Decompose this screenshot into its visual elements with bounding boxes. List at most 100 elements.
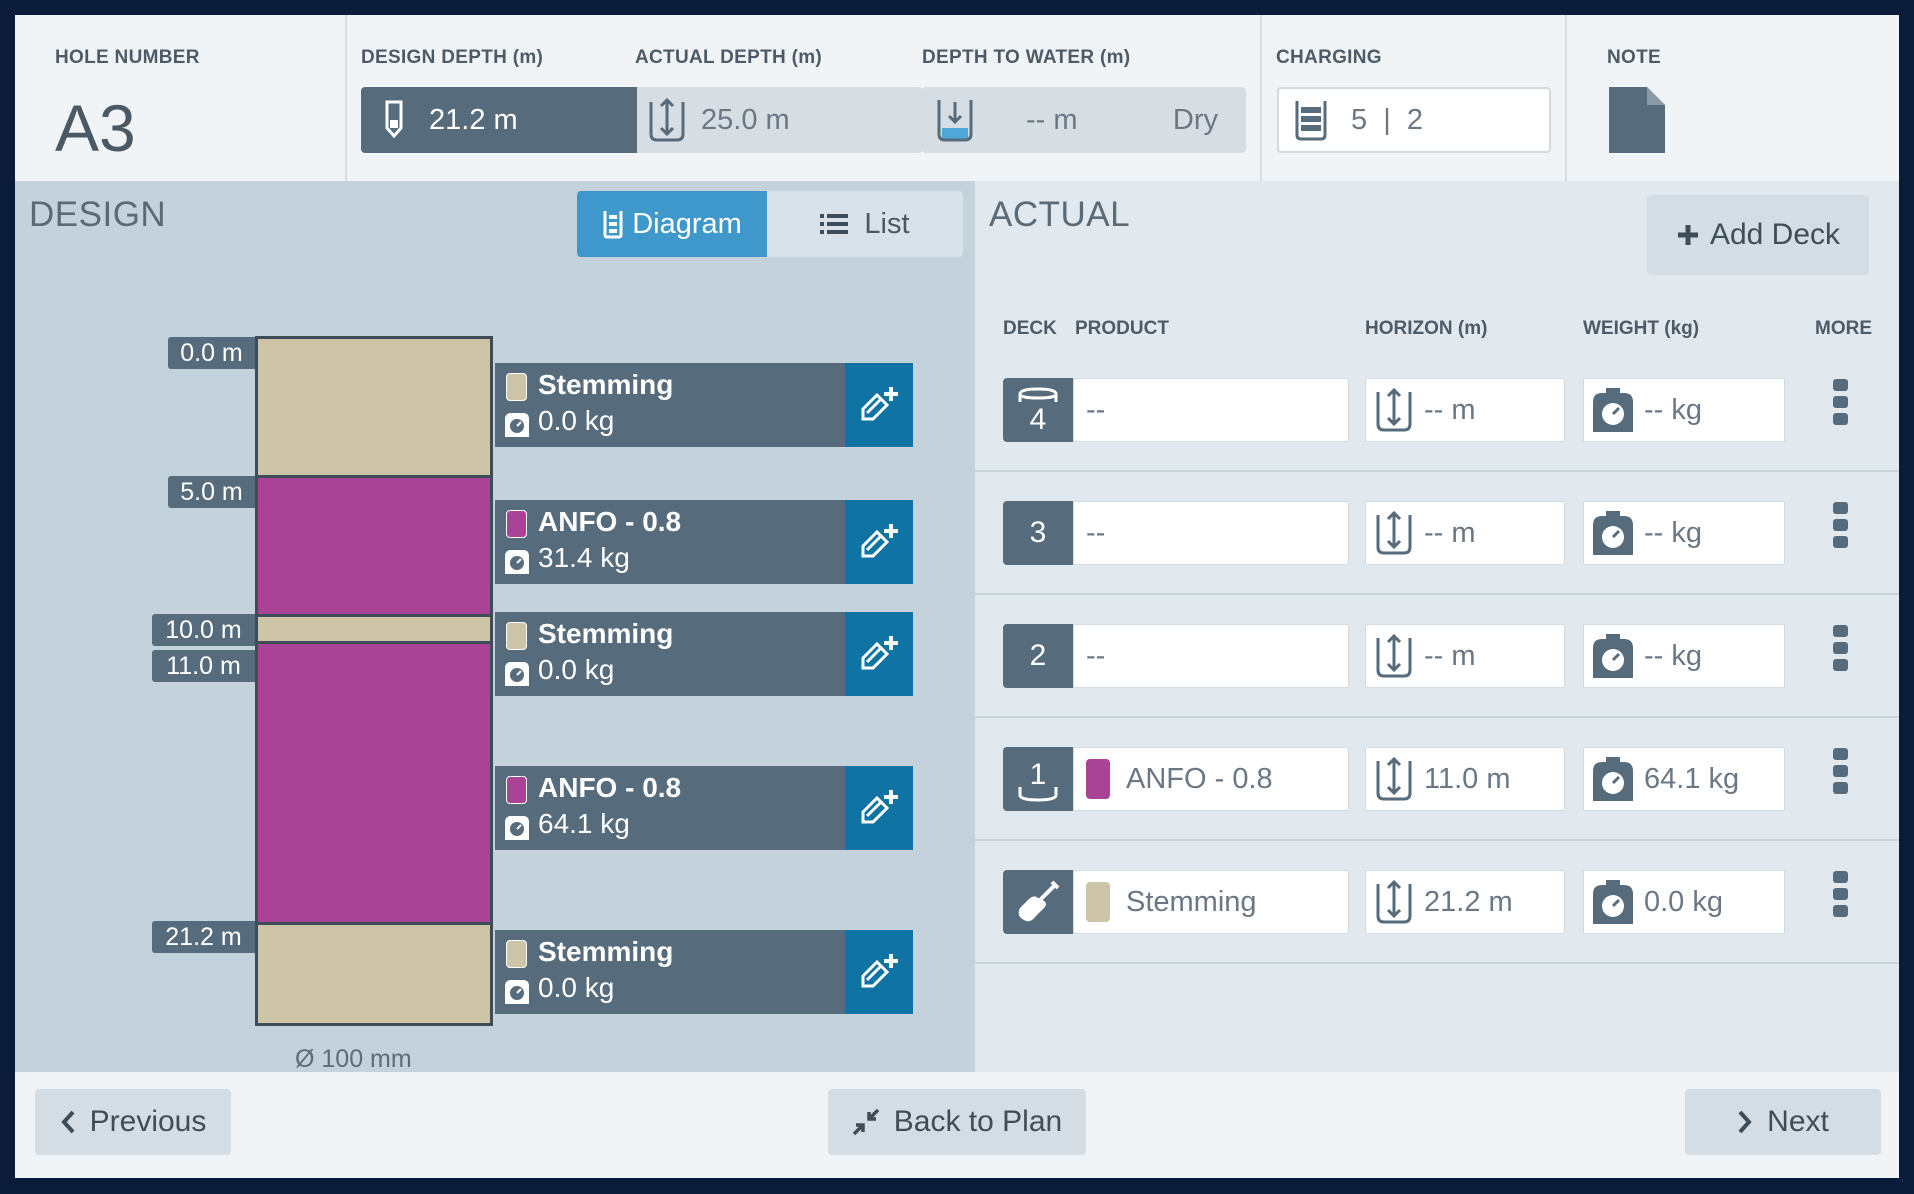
product-field[interactable]: Stemming — [1073, 870, 1349, 934]
deck-weight: 64.1 kg — [538, 808, 630, 839]
edit-plus-icon — [861, 636, 898, 670]
scale-icon — [505, 816, 529, 840]
horizon-field[interactable]: 21.2 m — [1365, 870, 1565, 934]
column-segment-stemming — [255, 614, 493, 644]
deck-product-name: ANFO - 0.8 — [538, 506, 682, 537]
next-button[interactable]: Next — [1685, 1089, 1881, 1155]
deck-number-box[interactable]: 2 — [1003, 624, 1073, 688]
edit-plus-icon — [861, 524, 898, 558]
design-deck-card[interactable]: Stemming 0.0 kg — [495, 612, 845, 696]
deck-number-box[interactable] — [1003, 870, 1073, 934]
scale-icon — [505, 980, 529, 1004]
horizon-value: -- m — [1424, 639, 1476, 672]
weight-field[interactable]: -- kg — [1583, 378, 1785, 442]
deck-weight: 0.0 kg — [538, 654, 615, 685]
note-icon[interactable] — [1607, 87, 1665, 153]
weight-value: -- kg — [1644, 393, 1702, 426]
scale-icon — [1593, 880, 1633, 924]
more-menu-icon[interactable] — [1833, 625, 1849, 676]
more-menu-icon[interactable] — [1833, 871, 1849, 922]
weight-field[interactable]: -- kg — [1583, 501, 1785, 565]
product-field[interactable]: -- — [1073, 378, 1349, 442]
product-field[interactable]: -- — [1073, 624, 1349, 688]
diagram-view-button[interactable]: Diagram — [577, 191, 767, 257]
deck-number: 1 — [1029, 758, 1047, 791]
edit-deck-button[interactable] — [845, 766, 913, 850]
previous-button[interactable]: Previous — [35, 1089, 231, 1155]
hole-number-label: HOLE NUMBER — [55, 47, 200, 68]
column-segment-stemming — [255, 922, 493, 1026]
depth-to-water-input[interactable]: -- m Dry — [922, 87, 1246, 153]
plus-icon — [1677, 225, 1698, 245]
weight-value: 64.1 kg — [1644, 762, 1740, 795]
deck-number-box[interactable]: 1 — [1003, 747, 1073, 811]
actual-depth-input[interactable]: 25.0 m — [637, 87, 923, 153]
deck-number-box[interactable]: 3 — [1003, 501, 1073, 565]
edit-deck-button[interactable] — [845, 612, 913, 696]
back-to-plan-button[interactable]: Back to Plan — [828, 1089, 1086, 1155]
diagram-icon — [603, 211, 623, 239]
list-view-button[interactable]: List — [767, 191, 963, 257]
scale-icon — [1593, 511, 1633, 555]
weight-value: -- kg — [1644, 516, 1702, 549]
row-divider — [975, 839, 1899, 841]
column-header-deck: DECK — [1003, 318, 1057, 339]
actual-depth-value: 25.0 m — [701, 103, 790, 136]
edit-deck-button[interactable] — [845, 500, 913, 584]
chevron-left-icon — [60, 1110, 75, 1134]
next-label: Next — [1767, 1105, 1829, 1138]
add-deck-button[interactable]: Add Deck — [1647, 195, 1869, 275]
horizon-field[interactable]: -- m — [1365, 378, 1565, 442]
add-deck-label: Add Deck — [1709, 218, 1841, 251]
deck-weight: 31.4 kg — [538, 542, 630, 573]
more-menu-icon[interactable] — [1833, 502, 1849, 553]
depth-to-water-label: DEPTH TO WATER (m) — [922, 47, 1131, 68]
header-divider — [1565, 15, 1567, 181]
design-deck-card[interactable]: Stemming 0.0 kg — [495, 363, 845, 447]
weight-field[interactable]: 64.1 kg — [1583, 747, 1785, 811]
horizon-field[interactable]: 11.0 m — [1365, 747, 1565, 811]
app-window: HOLE NUMBER A3 DESIGN DEPTH (m) ACTUAL D… — [15, 15, 1899, 1178]
depth-arrows-icon — [1376, 510, 1412, 555]
edit-deck-button[interactable] — [845, 930, 913, 1014]
more-menu-icon[interactable] — [1833, 379, 1849, 430]
deck-number: 4 — [1029, 403, 1047, 436]
edit-deck-button[interactable] — [845, 363, 913, 447]
weight-field[interactable]: 0.0 kg — [1583, 870, 1785, 934]
product-field[interactable]: ANFO - 0.8 — [1073, 747, 1349, 811]
deck-product-name: Stemming — [538, 936, 674, 967]
product-color-swatch — [1086, 882, 1110, 922]
edit-plus-icon — [861, 954, 898, 988]
more-menu-icon[interactable] — [1833, 748, 1849, 799]
depth-label: 5.0 m — [168, 476, 255, 508]
design-deck-card[interactable]: ANFO - 0.8 64.1 kg — [495, 766, 845, 850]
scale-icon — [505, 413, 529, 437]
horizon-field[interactable]: -- m — [1365, 501, 1565, 565]
actual-depth-label: ACTUAL DEPTH (m) — [635, 47, 823, 68]
depth-arrows-icon — [649, 97, 685, 142]
horizon-field[interactable]: -- m — [1365, 624, 1565, 688]
borehole-icon — [385, 100, 403, 139]
product-field[interactable]: -- — [1073, 501, 1349, 565]
row-divider — [975, 470, 1899, 472]
scale-icon — [505, 550, 529, 574]
hole-number: A3 — [55, 91, 136, 165]
deck-product-name: Stemming — [538, 369, 674, 400]
deck-number: 2 — [1029, 639, 1047, 672]
design-deck-card[interactable]: ANFO - 0.8 31.4 kg — [495, 500, 845, 584]
weight-field[interactable]: -- kg — [1583, 624, 1785, 688]
column-segment-anfo — [255, 641, 493, 925]
charging-field[interactable]: 5 | 2 — [1277, 87, 1551, 153]
design-depth-label: DESIGN DEPTH (m) — [361, 47, 544, 68]
shovel-icon — [1018, 880, 1060, 922]
deck-weight: 0.0 kg — [538, 405, 615, 436]
horizon-value: -- m — [1424, 516, 1476, 549]
edit-plus-icon — [861, 790, 898, 824]
design-deck-card[interactable]: Stemming 0.0 kg — [495, 930, 845, 1014]
water-level-icon — [937, 100, 973, 142]
deck-number-box[interactable]: 4 — [1003, 378, 1073, 442]
actual-panel: ACTUAL Add Deck DECK PRODUCT HORIZON (m)… — [975, 181, 1899, 1072]
weight-value: 0.0 kg — [1644, 885, 1723, 918]
deck-product-name: Stemming — [538, 618, 674, 649]
charging-value: 5 | 2 — [1351, 103, 1424, 136]
